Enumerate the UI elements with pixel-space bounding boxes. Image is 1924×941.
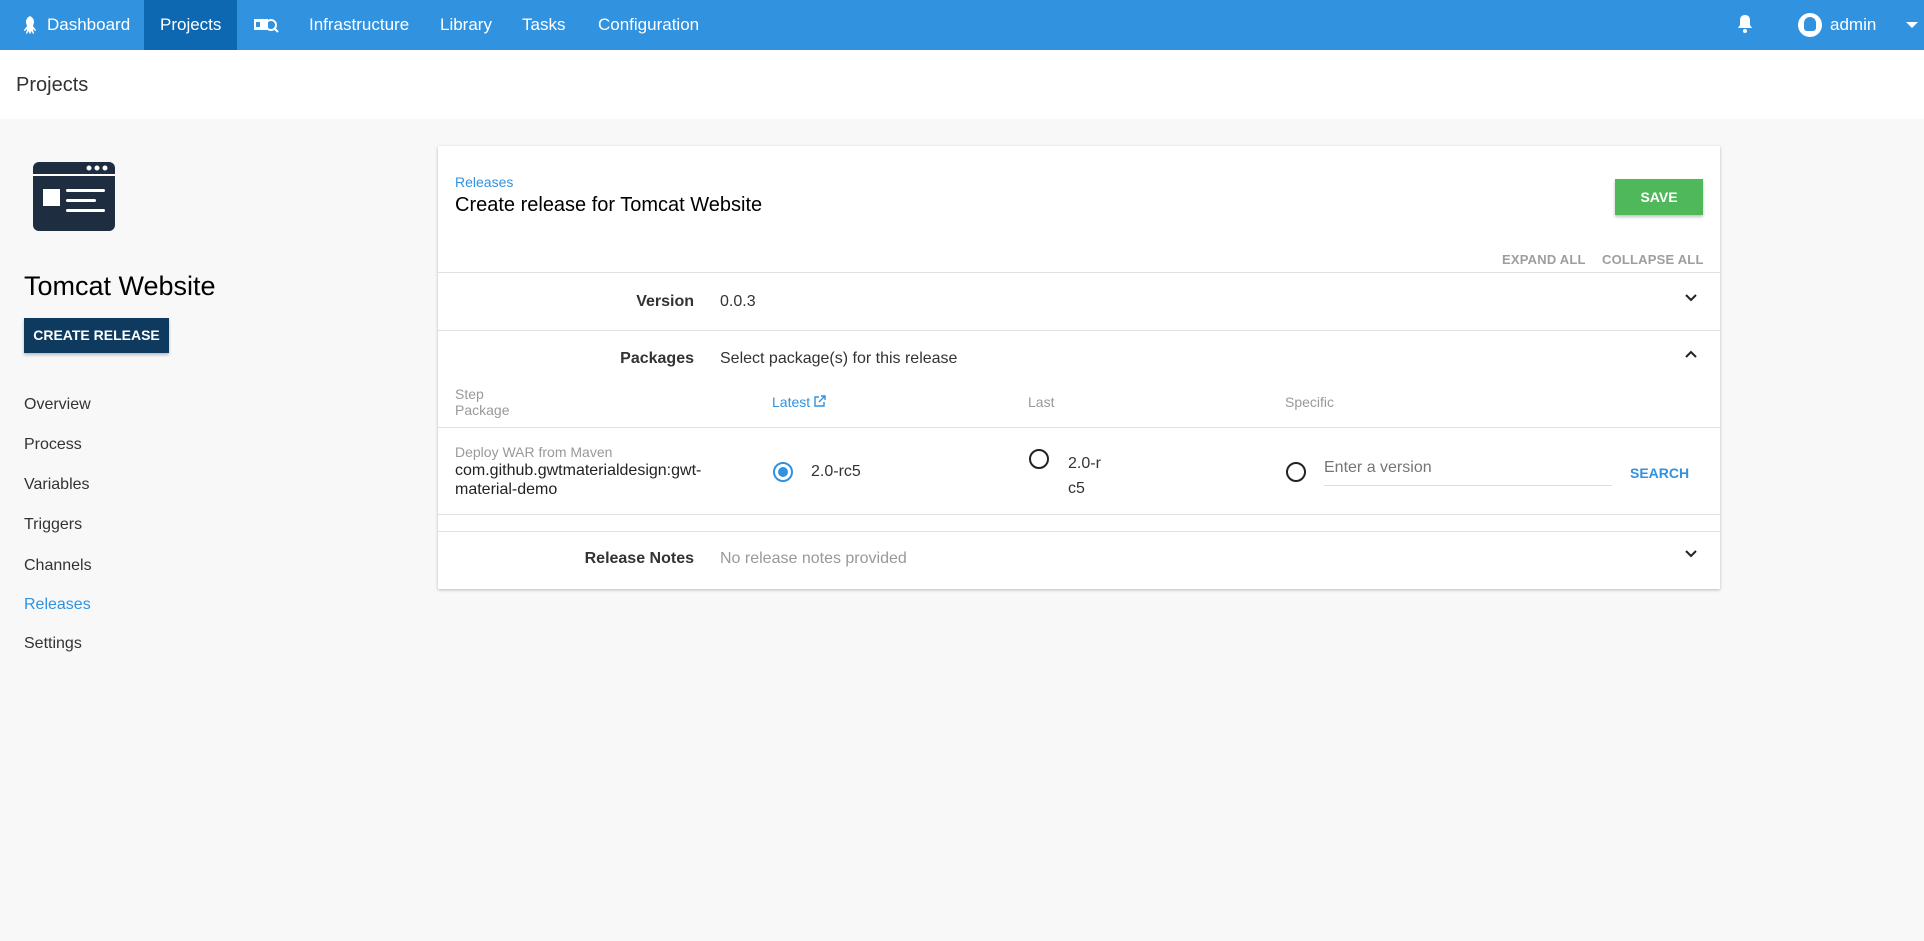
- column-latest-link[interactable]: Latest: [772, 394, 826, 410]
- top-nav: Dashboard Projects Infrastructure Librar…: [0, 0, 1924, 50]
- sidebar-item-releases[interactable]: Releases: [24, 596, 91, 614]
- version-label: Version: [636, 293, 694, 310]
- chevron-down-icon[interactable]: [1683, 290, 1699, 306]
- collapse-all-button[interactable]: COLLAPSE ALL: [1602, 252, 1704, 267]
- username: admin: [1830, 15, 1877, 34]
- nav-dashboard[interactable]: Dashboard: [8, 0, 146, 50]
- external-link-icon: [814, 395, 826, 407]
- nav-label: Library: [440, 15, 492, 34]
- last-version: 2.0-rc5: [1068, 455, 1101, 497]
- nav-search-tool[interactable]: [237, 0, 295, 50]
- nav-label: Dashboard: [47, 15, 131, 34]
- release-notes-label: Release Notes: [584, 550, 694, 567]
- project-logo-icon: [33, 162, 115, 231]
- column-step: Step: [455, 386, 484, 402]
- chevron-down-icon[interactable]: [1683, 546, 1699, 562]
- packages-description: Select package(s) for this release: [720, 350, 958, 367]
- page-header: Projects: [0, 50, 1924, 119]
- card-title: Create release for Tomcat Website: [455, 194, 763, 216]
- release-notes-value: No release notes provided: [720, 550, 907, 567]
- avatar: [1798, 13, 1822, 37]
- nav-label: Tasks: [522, 15, 566, 34]
- search-button[interactable]: SEARCH: [1630, 465, 1689, 481]
- last-radio[interactable]: [1029, 449, 1049, 469]
- column-step-package: Step Package: [455, 386, 509, 418]
- step-name: Deploy WAR from Maven: [455, 444, 613, 460]
- column-latest: Latest: [772, 394, 811, 410]
- nav-label: Infrastructure: [309, 15, 410, 34]
- latest-version: 2.0-rc5: [811, 463, 861, 480]
- nav-label: Configuration: [598, 15, 700, 34]
- expand-all-button[interactable]: EXPAND ALL: [1502, 252, 1586, 267]
- sidebar-item-channels[interactable]: Channels: [24, 557, 92, 575]
- column-specific: Specific: [1285, 394, 1335, 410]
- specific-radio[interactable]: [1286, 462, 1306, 482]
- nav-library[interactable]: Library: [424, 0, 508, 50]
- packages-label: Packages: [620, 350, 694, 367]
- project-name: Tomcat Website: [24, 271, 216, 301]
- search-board-icon: [254, 19, 279, 33]
- table-row: Deploy WAR from Maven com.github.gwtmate…: [455, 444, 735, 499]
- breadcrumb-releases[interactable]: Releases: [455, 174, 513, 190]
- sidebar-item-triggers[interactable]: Triggers: [24, 516, 82, 534]
- bell-icon[interactable]: [1736, 14, 1754, 34]
- latest-radio[interactable]: [773, 462, 793, 482]
- column-last: Last: [1028, 394, 1055, 410]
- caret-down-icon: [1906, 22, 1919, 28]
- nav-projects[interactable]: Projects: [144, 0, 237, 50]
- sidebar-item-variables[interactable]: Variables: [24, 476, 90, 494]
- page-title: Projects: [16, 74, 89, 96]
- version-value[interactable]: 0.0.3: [720, 293, 756, 311]
- package-id: com.github.gwtmaterialdesign:gwt-materia…: [455, 462, 702, 498]
- sidebar-item-settings[interactable]: Settings: [24, 635, 82, 653]
- create-release-card: Releases Create release for Tomcat Websi…: [438, 146, 1720, 589]
- sidebar-item-process[interactable]: Process: [24, 436, 82, 454]
- nav-infrastructure[interactable]: Infrastructure: [293, 0, 425, 50]
- specific-version-input[interactable]: [1324, 450, 1612, 486]
- chevron-up-icon[interactable]: [1683, 346, 1699, 362]
- save-button[interactable]: SAVE: [1615, 179, 1703, 215]
- create-release-button[interactable]: CREATE RELEASE: [24, 318, 169, 353]
- nav-configuration[interactable]: Configuration: [582, 0, 715, 50]
- sidebar-item-overview[interactable]: Overview: [24, 396, 91, 414]
- user-menu[interactable]: admin: [1782, 0, 1924, 50]
- octopus-icon: [24, 16, 36, 34]
- nav-label: Projects: [160, 15, 222, 34]
- nav-tasks[interactable]: Tasks: [506, 0, 581, 50]
- column-package: Package: [455, 402, 510, 418]
